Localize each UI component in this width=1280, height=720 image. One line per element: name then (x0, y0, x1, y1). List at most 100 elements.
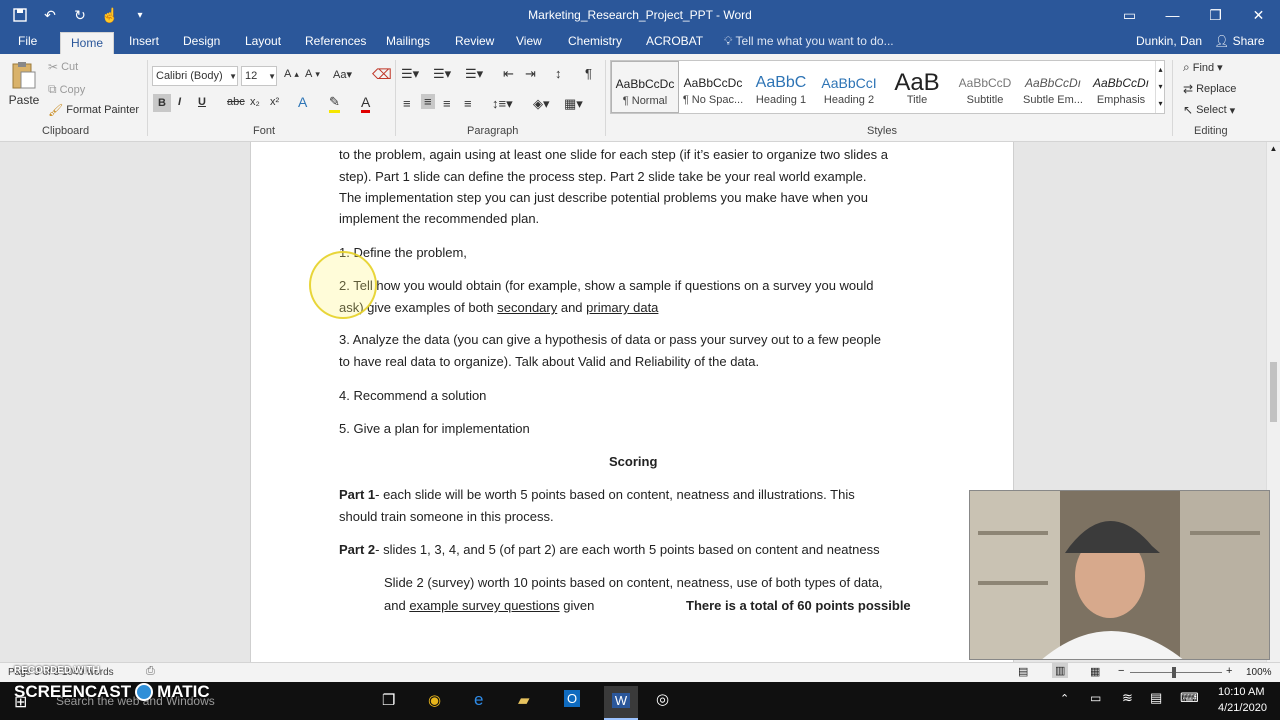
cut-button[interactable]: ✂ Cut (48, 60, 78, 74)
bullets-icon[interactable]: ☰▾ (401, 66, 419, 82)
tab-review[interactable]: Review (455, 34, 494, 48)
tell-me-search[interactable]: 💡︎ Tell me what you want to do... (724, 34, 894, 49)
tab-view[interactable]: View (516, 34, 542, 48)
shading-icon[interactable]: ◈▾ (533, 96, 550, 112)
group-label-paragraph: Paragraph (467, 125, 519, 137)
pilcrow-icon[interactable]: ¶ (585, 66, 592, 81)
tab-mailings[interactable]: Mailings (386, 34, 430, 48)
print-layout-icon[interactable]: ▥ (1052, 663, 1069, 678)
screencast-o-icon (135, 683, 154, 701)
style-subtle-emphasis[interactable]: AaBbCcDı Subtle Em... (1019, 61, 1087, 113)
subscript-button[interactable]: x₂ (250, 96, 260, 108)
superscript-button[interactable]: x² (270, 96, 279, 108)
find-button[interactable]: ⌕ Find ▾ (1183, 60, 1223, 75)
tab-file[interactable]: File (18, 34, 37, 48)
style-emphasis[interactable]: AaBbCcDı Emphasis (1087, 61, 1155, 113)
restore-button[interactable]: ❐ (1194, 0, 1237, 30)
align-right-icon[interactable]: ≡ (443, 96, 451, 111)
style-heading-2[interactable]: AaBbCcI Heading 2 (815, 61, 883, 113)
tab-home[interactable]: Home (60, 32, 115, 54)
file-explorer-icon[interactable]: ▰ (518, 691, 530, 709)
clipboard-icon (12, 62, 36, 89)
shrink-font-button[interactable]: A ▾ (305, 68, 320, 80)
webcam-video (970, 491, 1269, 659)
paste-button[interactable]: Paste (8, 60, 40, 107)
sort-icon[interactable]: ↕ (555, 66, 562, 81)
zoom-thumb[interactable] (1172, 667, 1176, 678)
style-heading-1[interactable]: AaBbC Heading 1 (747, 61, 815, 113)
clock-time[interactable]: 10:10 AM (1218, 686, 1264, 698)
tab-layout[interactable]: Layout (245, 34, 281, 48)
ribbon: Paste ✂ Cut ⧉ Copy 🖌︎ Format Painter Clipbo… (0, 54, 1280, 142)
minimize-button[interactable]: — (1151, 0, 1194, 30)
highlight-icon[interactable]: ✎ (329, 94, 340, 113)
styles-scroll-icon[interactable]: ▴ ▾ ▾ (1155, 61, 1165, 113)
scroll-thumb[interactable] (1270, 362, 1277, 422)
tab-insert[interactable]: Insert (129, 34, 159, 48)
line-spacing-icon[interactable]: ↕≡▾ (492, 96, 513, 112)
select-button[interactable]: ↖ Select ▾ (1183, 103, 1235, 117)
word-taskbar-item[interactable]: W (604, 686, 638, 720)
text-effects-icon[interactable]: A (298, 94, 307, 110)
close-button[interactable]: ✕ (1237, 0, 1280, 30)
justify-icon[interactable]: ≡ (464, 96, 472, 111)
replace-button[interactable]: ⇄ Replace (1183, 82, 1236, 96)
group-label-editing: Editing (1194, 125, 1228, 137)
style-title[interactable]: AaB Title (883, 61, 951, 113)
cursor-icon: ↖ (1183, 103, 1194, 117)
underline-button[interactable]: U (198, 96, 206, 108)
style-no-spacing[interactable]: AaBbCcDc ¶ No Spac... (679, 61, 747, 113)
style-normal[interactable]: AaBbCcDc ¶ Normal (611, 61, 679, 113)
screencast-taskbar-icon[interactable]: ◎ (656, 690, 669, 708)
recorded-with-watermark: RECORDED WITH (14, 665, 100, 676)
tab-design[interactable]: Design (183, 34, 220, 48)
chrome-icon[interactable]: ◉ (428, 691, 441, 709)
tab-chemistry[interactable]: Chemistry (568, 34, 622, 48)
font-name-select[interactable]: Calibri (Body) ▼ (152, 66, 238, 86)
read-mode-icon[interactable]: ▤ (1018, 665, 1028, 678)
web-layout-icon[interactable]: ▦ (1090, 665, 1100, 678)
format-painter-button[interactable]: 🖌︎ Format Painter (48, 103, 139, 117)
strikethrough-button[interactable]: abc (227, 96, 245, 108)
increase-indent-icon[interactable]: ⇥ (525, 66, 536, 82)
notification-icon[interactable]: ▤ (1150, 690, 1162, 706)
ribbon-display-icon[interactable]: ▭ (1108, 0, 1151, 30)
chevron-up-icon[interactable]: ⌃ (1060, 692, 1069, 705)
multilevel-list-icon[interactable]: ☰▾ (465, 66, 483, 82)
numbering-icon[interactable]: ☰▾ (433, 66, 451, 82)
edge-icon[interactable]: e (474, 690, 483, 710)
clear-formatting-icon[interactable]: ⌫ (372, 66, 392, 83)
battery-icon[interactable]: ▭ (1090, 691, 1101, 705)
window-controls: ▭ — ❐ ✕ (1108, 0, 1280, 30)
align-center-icon[interactable]: ≡ (421, 94, 435, 109)
zoom-slider[interactable] (1130, 672, 1222, 673)
user-name[interactable]: Dunkin, Dan (1136, 34, 1202, 48)
group-label-styles: Styles (867, 125, 897, 137)
share-button[interactable]: 👤︎ Share (1214, 34, 1265, 48)
list-item-3-line1: 3. Analyze the data (you can give a hypo… (339, 332, 882, 347)
zoom-in-icon[interactable]: + (1226, 665, 1232, 677)
style-subtitle[interactable]: AaBbCcD Subtitle (951, 61, 1019, 113)
align-left-icon[interactable]: ≡ (403, 96, 411, 111)
wifi-icon[interactable]: ≋ (1122, 690, 1133, 706)
scroll-up-icon[interactable]: ▲ (1267, 144, 1280, 153)
tab-acrobat[interactable]: ACROBAT (646, 34, 703, 48)
proofing-icon[interactable]: ⎙ (146, 665, 155, 678)
change-case-button[interactable]: Aa▾ (333, 68, 352, 81)
outlook-icon[interactable]: O (564, 690, 581, 707)
task-view-icon[interactable]: ❐ (382, 691, 395, 709)
copy-button[interactable]: ⧉ Copy (48, 82, 85, 97)
decrease-indent-icon[interactable]: ⇤ (503, 66, 514, 82)
tab-references[interactable]: References (305, 34, 366, 48)
zoom-level[interactable]: 100% (1246, 667, 1272, 678)
bold-button[interactable]: B (153, 94, 171, 112)
font-size-select[interactable]: 12 ▼ (241, 66, 277, 86)
italic-button[interactable]: I (178, 96, 181, 108)
clock-date[interactable]: 4/21/2020 (1218, 702, 1267, 714)
font-color-icon[interactable]: A (361, 94, 371, 113)
lightbulb-icon: 💡︎ (724, 34, 736, 48)
grow-font-button[interactable]: A ▴ (284, 68, 299, 80)
borders-icon[interactable]: ▦▾ (564, 96, 583, 112)
zoom-out-icon[interactable]: − (1118, 665, 1124, 677)
keyboard-icon[interactable]: ⌨ (1180, 690, 1199, 706)
